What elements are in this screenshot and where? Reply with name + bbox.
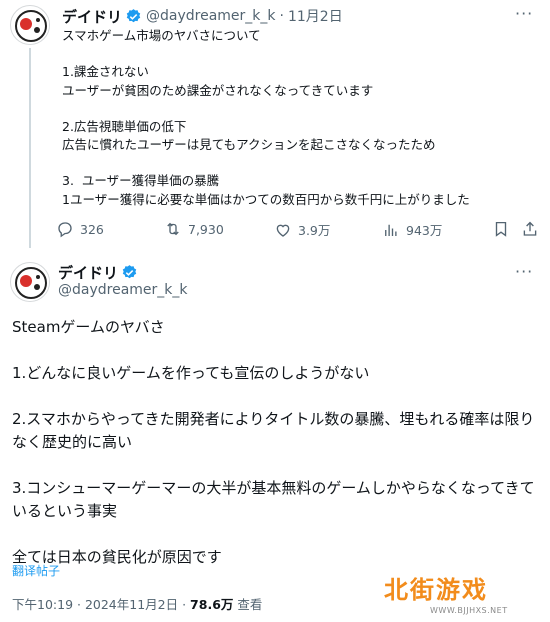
views-count: 943万 — [406, 223, 443, 238]
tweet2-line: 2.スマホからやってきた開発者によりタイトル数の暴騰、埋もれる確率は限りなく歴史… — [12, 410, 535, 451]
post-views: 78.6万 — [190, 597, 234, 612]
verified-badge-icon — [126, 8, 141, 22]
author-handle[interactable]: @daydreamer_k_k — [146, 8, 276, 24]
avatar-eye-icon — [12, 7, 49, 44]
tweet2-line: Steamゲームのヤバさ — [12, 318, 165, 336]
tweet1-line: 1ユーザー獲得に必要な単価はかつての数百円から数千円に上がりました — [62, 191, 470, 207]
more-options-icon[interactable]: ··· — [515, 4, 533, 23]
share-icon — [523, 221, 537, 236]
retweet-count: 7,930 — [188, 221, 224, 237]
tweet-date[interactable]: 11月2日 — [288, 6, 343, 26]
tweet1-line: スマホゲーム市場のヤバさについて — [62, 28, 261, 43]
share-button[interactable] — [521, 220, 545, 238]
more-options-icon[interactable]: ··· — [515, 262, 533, 281]
verified-badge-icon — [122, 265, 137, 279]
like-count: 3.9万 — [298, 223, 331, 238]
tweet2-line: 3.コンシューマーゲーマーの大半が基本無料のゲームしかやらなくなってきているとい… — [12, 479, 535, 520]
watermark-url: WWW.BJJHXS.NET — [430, 606, 508, 615]
views-label: 查看 — [233, 597, 263, 612]
avatar-tweet2[interactable] — [10, 262, 50, 302]
tweet1-text: スマホゲーム市場のヤバさについて 1.課金されない ユーザーが貧困のため課金がさ… — [62, 27, 532, 209]
translate-post-link[interactable]: 翻译帖子 — [12, 562, 60, 579]
author-name[interactable]: デイドリ — [58, 262, 118, 283]
tweet2-text: Steamゲームのヤバさ 1.どんなに良いゲームを作っても宣伝のしようがない 2… — [12, 316, 538, 569]
tweet1-action-bar: 326 7,930 3.9万 943万 — [56, 220, 537, 242]
heart-icon — [276, 224, 290, 237]
author-handle[interactable]: @daydreamer_k_k — [58, 282, 188, 298]
site-watermark: 北街游戏 WWW.BJJHXS.NET — [384, 570, 534, 618]
tweet1-line: 2.広告視聴単価の低下 — [62, 118, 187, 134]
views-button[interactable]: 943万 — [382, 220, 442, 239]
author-name[interactable]: デイドリ — [62, 6, 122, 27]
tweet2-meta: 下午10:19 · 2024年11月2日 · 78.6万 查看 — [12, 594, 262, 613]
tweet1-line: 広告に慣れたユーザーは見てもアクションを起こさなくなったため — [62, 137, 436, 153]
avatar-tweet1[interactable] — [10, 5, 50, 45]
bookmark-button[interactable] — [492, 220, 516, 238]
tweet1-line: ユーザーが貧困のため課金がされなくなってきています — [62, 82, 374, 98]
analytics-icon — [385, 224, 397, 236]
reply-icon — [58, 222, 72, 238]
tweet2-author: デイドリ — [58, 262, 138, 283]
date-separator: · — [279, 8, 284, 24]
reply-count: 326 — [80, 221, 104, 237]
retweet-button[interactable]: 7,930 — [164, 220, 224, 238]
post-timestamp[interactable]: 下午10:19 · 2024年11月2日 · — [12, 597, 190, 612]
like-button[interactable]: 3.9万 — [274, 220, 330, 239]
reply-button[interactable]: 326 — [56, 220, 104, 238]
thread-connector — [29, 48, 31, 248]
tweet2-line: 1.どんなに良いゲームを作っても宣伝のしようがない — [12, 364, 370, 382]
bookmark-icon — [495, 221, 507, 237]
tweet1-line: 3. ユーザー獲得単価の暴騰 — [62, 173, 220, 189]
avatar-eye-icon — [12, 264, 49, 301]
watermark-text: 北街游戏 — [384, 576, 488, 604]
tweet2-line: 全ては日本の貧民化が原因です — [12, 548, 222, 566]
retweet-icon — [167, 222, 179, 236]
tweet1-header: デイドリ @daydreamer_k_k · 11月2日 — [62, 6, 343, 26]
tweet1-line: 1.課金されない — [62, 64, 149, 80]
